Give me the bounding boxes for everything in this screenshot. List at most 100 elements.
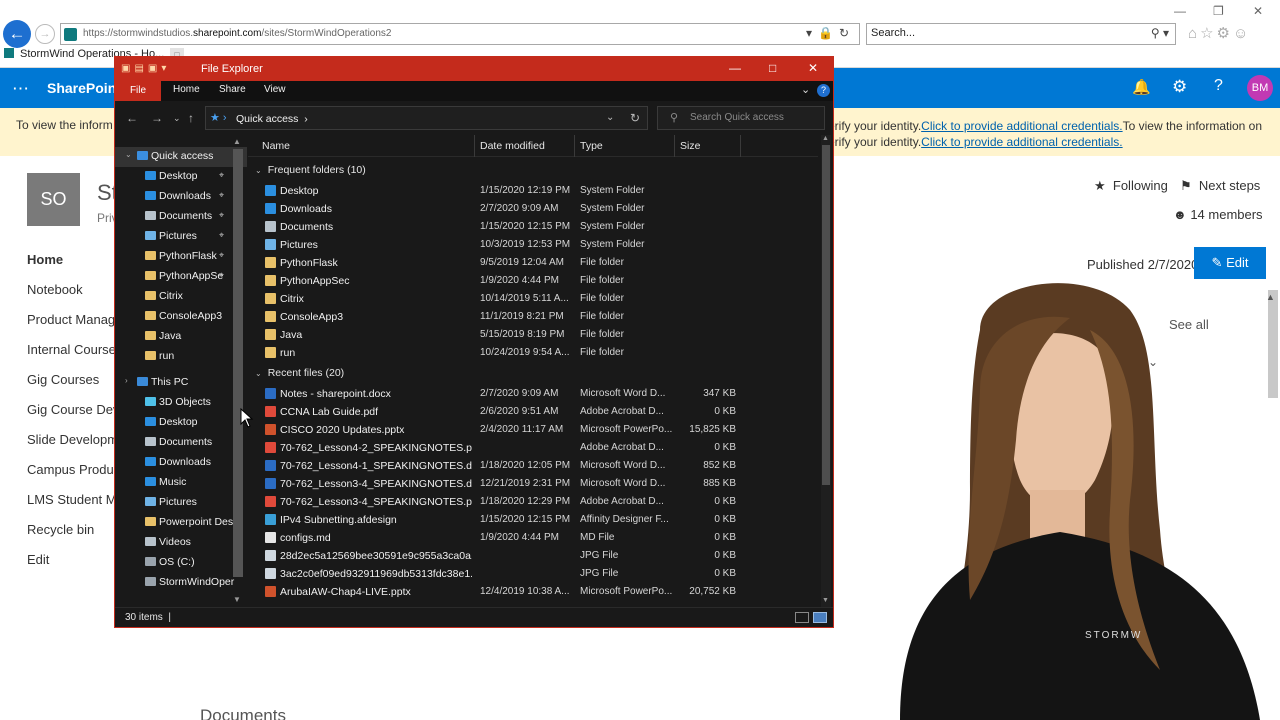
avatar[interactable]: BM [1247, 75, 1273, 101]
up-arrow-icon[interactable]: ↑ [188, 111, 194, 125]
file-row[interactable]: Citrix 10/14/2019 5:11 A... File folder [260, 290, 820, 308]
forward-arrow-icon[interactable]: → [151, 111, 163, 125]
file-row[interactable]: 70-762_Lesson4-1_SPEAKINGNOTES.docx 1/18/… [260, 457, 820, 475]
tree-item[interactable]: Powerpoint Desk [115, 513, 247, 533]
details-view-icon[interactable] [795, 612, 809, 623]
close-icon[interactable]: ✕ [1253, 4, 1263, 18]
file-row[interactable]: ArubaIAW-Chap4-LIVE.pptx 12/4/2019 10:38 … [260, 583, 820, 601]
close-icon[interactable]: ✕ [808, 61, 818, 75]
group-header-recent[interactable]: ⌄ Recent files (20) [255, 367, 344, 379]
minimize-icon[interactable]: — [1174, 4, 1186, 18]
help-icon[interactable]: ? [817, 84, 830, 97]
file-row[interactable]: CISCO 2020 Updates.pptx 2/4/2020 11:17 AM… [260, 421, 820, 439]
column-divider[interactable] [574, 135, 575, 157]
tree-item[interactable]: Music [115, 473, 247, 493]
chevron-down-icon[interactable]: ⌄ [125, 150, 132, 159]
column-divider[interactable] [674, 135, 675, 157]
tree-item[interactable]: Downloads ⌖ [115, 187, 247, 207]
file-row[interactable]: PythonAppSec 1/9/2020 4:44 PM File folder [260, 272, 820, 290]
browser-search-input[interactable] [871, 27, 1131, 39]
forward-arrow-icon[interactable]: → [35, 24, 55, 44]
scroll-down-icon[interactable]: ▼ [822, 597, 829, 604]
file-row[interactable]: ConsoleApp3 11/1/2019 8:21 PM File folder [260, 308, 820, 326]
sharepoint-brand[interactable]: SharePoint [47, 80, 121, 96]
maximize-icon[interactable]: □ [769, 61, 776, 75]
smiley-icon[interactable]: ☺ [1233, 25, 1251, 42]
tree-item[interactable]: Documents [115, 433, 247, 453]
back-arrow-icon[interactable]: ← [3, 20, 31, 48]
favorites-star-icon[interactable]: ☆ [1200, 25, 1216, 42]
tree-item[interactable]: StormWindOper [115, 573, 247, 593]
scroll-up-icon[interactable]: ▲ [233, 137, 241, 146]
refresh-icon[interactable]: ↻ [839, 26, 855, 40]
file-row[interactable]: 70-762_Lesson4-2_SPEAKINGNOTES.pdf Adobe … [260, 439, 820, 457]
file-row[interactable]: 28d2ec5a12569bee30591e9c955a3ca0a1... JPG… [260, 547, 820, 565]
group-header-frequent[interactable]: ⌄ Frequent folders (10) [255, 164, 366, 176]
column-divider[interactable] [474, 135, 475, 157]
ribbon-tab-home[interactable]: Home [173, 84, 200, 95]
tree-item[interactable]: Videos [115, 533, 247, 553]
ribbon-tab-share[interactable]: Share [219, 84, 246, 95]
file-row[interactable]: 70-762_Lesson3-4_SPEAKINGNOTES.pdf 1/18/2… [260, 493, 820, 511]
app-launcher-icon[interactable]: ⋯ [12, 79, 29, 99]
column-divider[interactable] [740, 135, 741, 157]
file-row[interactable]: Pictures 10/3/2019 12:53 PM System Folder [260, 236, 820, 254]
column-size[interactable]: Size [680, 140, 700, 152]
address-actions[interactable]: ▾🔒↻ [806, 26, 855, 40]
explorer-search-box[interactable]: ⚲ [657, 106, 825, 130]
settings-gear-icon[interactable]: ⚙ [1217, 25, 1233, 42]
expand-ribbon-icon[interactable]: ⌄ [801, 83, 810, 96]
chevron-down-icon[interactable]: ⌄ [606, 112, 614, 123]
quick-access-toolbar[interactable]: ▣▤▣▾ [121, 63, 170, 74]
file-row[interactable]: Downloads 2/7/2020 9:09 AM System Folder [260, 200, 820, 218]
tree-item[interactable]: Downloads [115, 453, 247, 473]
explorer-address-bar[interactable]: ★ › Quick access › ⌄ ↻ [205, 106, 648, 130]
file-row[interactable]: PythonFlask 9/5/2019 12:04 AM File folder [260, 254, 820, 272]
scrollbar-thumb[interactable] [822, 145, 830, 485]
tree-item[interactable]: 3D Objects [115, 393, 247, 413]
tree-item[interactable]: PythonAppSe ⌖ [115, 267, 247, 287]
file-row[interactable]: Documents 1/15/2020 12:15 PM System Folder [260, 218, 820, 236]
chevron-right-icon[interactable]: › [125, 376, 128, 385]
tree-item[interactable]: run [115, 347, 247, 367]
file-row[interactable]: 3ac2c0ef09ed932911969db5313fdc38e1... JPG… [260, 565, 820, 583]
tree-item[interactable]: › This PC [115, 373, 247, 393]
refresh-icon[interactable]: ↻ [630, 111, 640, 125]
settings-gear-icon[interactable]: ⚙ [1172, 77, 1187, 97]
search-icon[interactable]: ⚲ ▾ [1151, 26, 1169, 40]
column-date-modified[interactable]: Date modified [480, 140, 545, 152]
tree-item[interactable]: ⌄ Quick access [115, 147, 247, 167]
file-row[interactable]: Desktop 1/15/2020 12:19 PM System Folder [260, 182, 820, 200]
credentials-link[interactable]: Click to provide additional credentials. [921, 119, 1122, 133]
tree-item[interactable]: Pictures [115, 493, 247, 513]
file-row[interactable]: run 10/24/2019 9:54 A... File folder [260, 344, 820, 362]
minimize-icon[interactable]: — [729, 61, 741, 75]
breadcrumb[interactable]: Quick access › [236, 113, 308, 125]
file-row[interactable]: configs.md 1/9/2020 4:44 PM MD File 0 KB [260, 529, 820, 547]
column-type[interactable]: Type [580, 140, 603, 152]
recent-locations-icon[interactable]: ⌄ [173, 113, 181, 124]
column-name[interactable]: Name [262, 140, 290, 152]
tree-item[interactable]: Pictures ⌖ [115, 227, 247, 247]
scroll-down-icon[interactable]: ▼ [233, 595, 241, 604]
explorer-title-bar[interactable]: ▣▤▣▾ File Explorer — □ ✕ [115, 57, 833, 81]
file-row[interactable]: 70-762_Lesson3-4_SPEAKINGNOTES.docx 12/21… [260, 475, 820, 493]
credentials-link[interactable]: Click to provide additional credentials. [921, 135, 1122, 149]
large-icons-view-icon[interactable] [813, 612, 827, 623]
tree-item[interactable]: Desktop ⌖ [115, 167, 247, 187]
home-icon[interactable]: ⌂ [1188, 25, 1200, 42]
tree-item[interactable]: PythonFlask ⌖ [115, 247, 247, 267]
browser-search-box[interactable]: ⚲ ▾ [866, 23, 1176, 45]
file-row[interactable]: CCNA Lab Guide.pdf 2/6/2020 9:51 AM Adobe … [260, 403, 820, 421]
help-icon[interactable]: ? [1214, 77, 1223, 95]
notifications-bell-icon[interactable]: 🔔 [1132, 78, 1151, 96]
restore-icon[interactable]: ❐ [1213, 4, 1224, 18]
lock-icon[interactable]: 🔒 [818, 26, 839, 40]
dropdown-icon[interactable]: ▾ [806, 26, 818, 40]
tree-item[interactable]: ConsoleApp3 [115, 307, 247, 327]
following-button[interactable]: ★ Following [1094, 178, 1168, 194]
back-arrow-icon[interactable]: ← [126, 111, 138, 125]
navigation-pane-scrollbar[interactable] [233, 149, 243, 577]
tree-item[interactable]: OS (C:) [115, 553, 247, 573]
members-button[interactable]: ☻ 14 members [1173, 207, 1263, 222]
